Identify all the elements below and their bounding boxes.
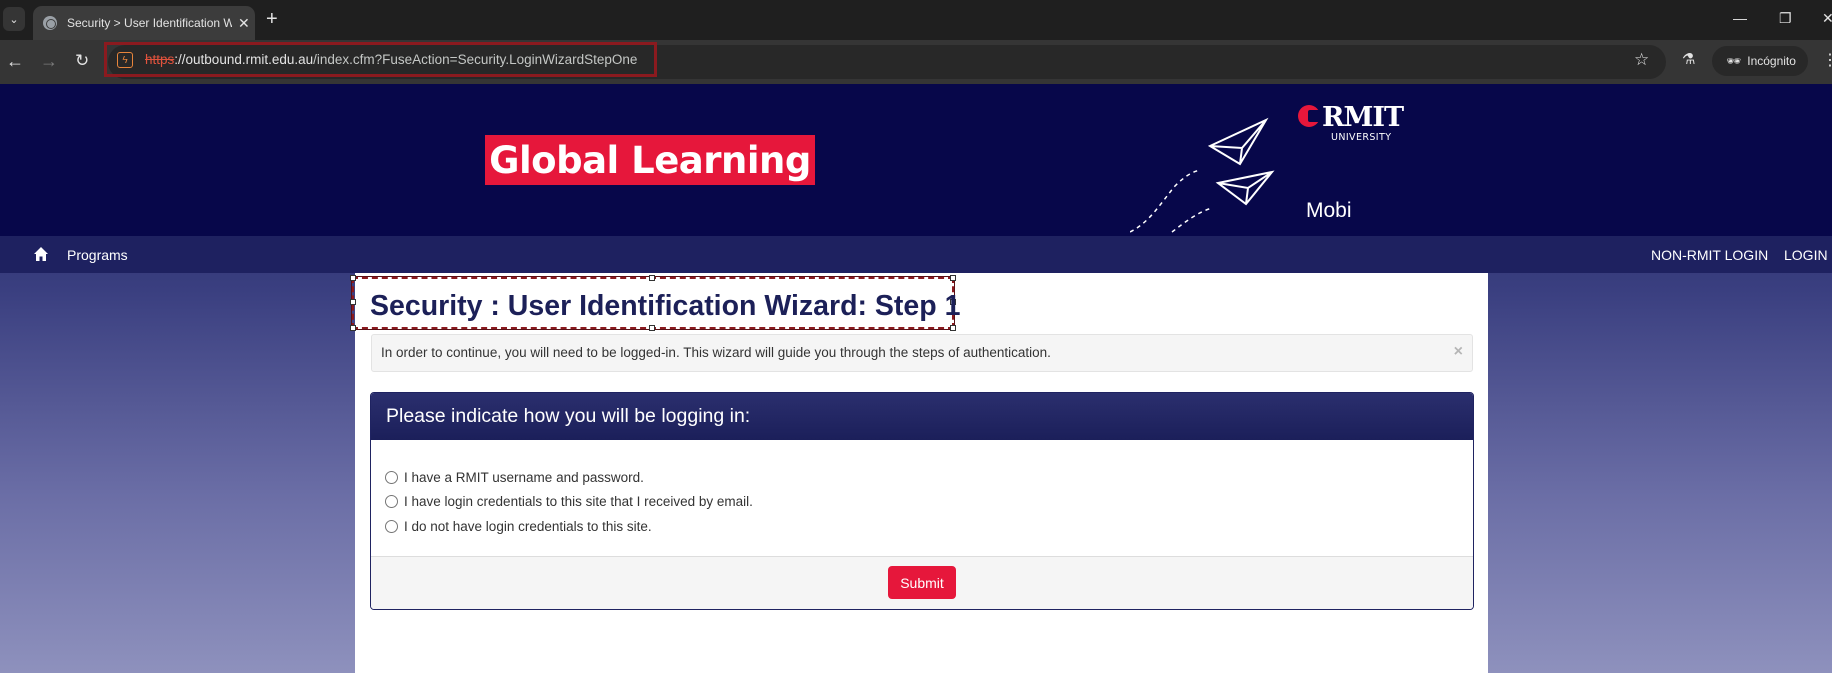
resize-handle[interactable] [350, 299, 356, 305]
back-icon[interactable]: ← [6, 50, 24, 72]
close-icon[interactable]: ✕ [238, 15, 250, 32]
mobi-label: Mobi [1306, 199, 1352, 222]
rmit-wordmark: RMIT [1322, 102, 1404, 133]
login-method-card: Please indicate how you will be logging … [370, 392, 1474, 610]
alert-close-icon[interactable]: × [1454, 343, 1463, 361]
new-tab-button[interactable]: + [266, 8, 278, 30]
paper-plane-illustration [1130, 117, 1275, 233]
info-alert: In order to continue, you will need to b… [371, 334, 1473, 372]
resize-handle[interactable] [350, 325, 356, 331]
resize-handle[interactable] [950, 275, 956, 281]
nav-non-rmit-login[interactable]: NON-RMIT LOGIN [1651, 247, 1768, 263]
option-email-credentials[interactable]: I have login credentials to this site th… [385, 490, 753, 515]
radio-button[interactable] [385, 495, 398, 509]
radio-button[interactable] [385, 470, 398, 484]
nav-programs[interactable]: Programs [67, 247, 128, 263]
incognito-icon: 🕶 [1726, 54, 1742, 68]
nav-login[interactable]: LOGIN [1784, 247, 1828, 263]
lab-icon[interactable]: ⚗ [1682, 50, 1695, 68]
site-banner: Global Learning RMIT UNIVERSITY Mobi [0, 84, 1832, 236]
option-label: I have login credentials to this site th… [404, 494, 753, 510]
forward-icon[interactable]: → [40, 50, 58, 72]
option-label: I have a RMIT username and password. [404, 469, 644, 485]
main-navbar: Programs NON-RMIT LOGIN LOGIN [0, 236, 1832, 273]
profile-label: Incógnito [1747, 54, 1796, 68]
tab-title: Security > User Identification W [67, 16, 232, 30]
resize-handle[interactable] [649, 275, 655, 281]
minimize-icon[interactable]: — [1733, 10, 1747, 26]
incognito-button[interactable]: 🕶 Incógnito [1712, 46, 1808, 76]
restore-icon[interactable]: ❐ [1779, 10, 1792, 27]
option-no-credentials[interactable]: I do not have login credentials to this … [385, 514, 753, 539]
resize-handle[interactable] [950, 325, 956, 331]
url-scheme: https [145, 52, 175, 67]
card-heading: Please indicate how you will be logging … [371, 393, 1473, 440]
reload-icon[interactable]: ↻ [75, 50, 89, 72]
login-options: I have a RMIT username and password. I h… [385, 465, 753, 539]
option-label: I do not have login credentials to this … [404, 518, 652, 534]
star-icon[interactable]: ☆ [1634, 50, 1649, 70]
home-icon[interactable] [33, 246, 49, 262]
card-footer: Submit [371, 556, 1473, 609]
kebab-menu-icon[interactable]: ⋮ [1822, 50, 1832, 70]
submit-button[interactable]: Submit [888, 566, 956, 599]
window-close-icon[interactable]: ✕ [1822, 10, 1832, 27]
url-path: /index.cfm?FuseAction=Security.LoginWiza… [313, 52, 638, 67]
globe-icon [43, 16, 57, 30]
page-title: Security : User Identification Wizard: S… [370, 290, 961, 322]
resize-handle[interactable] [350, 275, 356, 281]
url-text[interactable]: https://outbound.rmit.edu.au/index.cfm?F… [145, 52, 637, 67]
rmit-subtitle: UNIVERSITY [1331, 132, 1392, 143]
rmit-pixel-icon [1298, 105, 1320, 127]
resize-handle[interactable] [649, 325, 655, 331]
radio-button[interactable] [385, 519, 398, 533]
site-info-icon[interactable]: ϟ [117, 52, 133, 68]
tab-list-icon[interactable]: ⌄ [3, 7, 25, 31]
web-page: Global Learning RMIT UNIVERSITY Mobi Pro… [0, 84, 1832, 673]
url-host: ://outbound.rmit.edu.au [174, 52, 314, 67]
option-rmit-username[interactable]: I have a RMIT username and password. [385, 465, 753, 490]
browser-tab-bar: ⌄ Security > User Identification W ✕ + —… [0, 0, 1832, 40]
browser-tab[interactable]: Security > User Identification W ✕ [33, 6, 255, 40]
global-learning-logo[interactable]: Global Learning [485, 135, 815, 185]
alert-text: In order to continue, you will need to b… [381, 345, 1051, 360]
